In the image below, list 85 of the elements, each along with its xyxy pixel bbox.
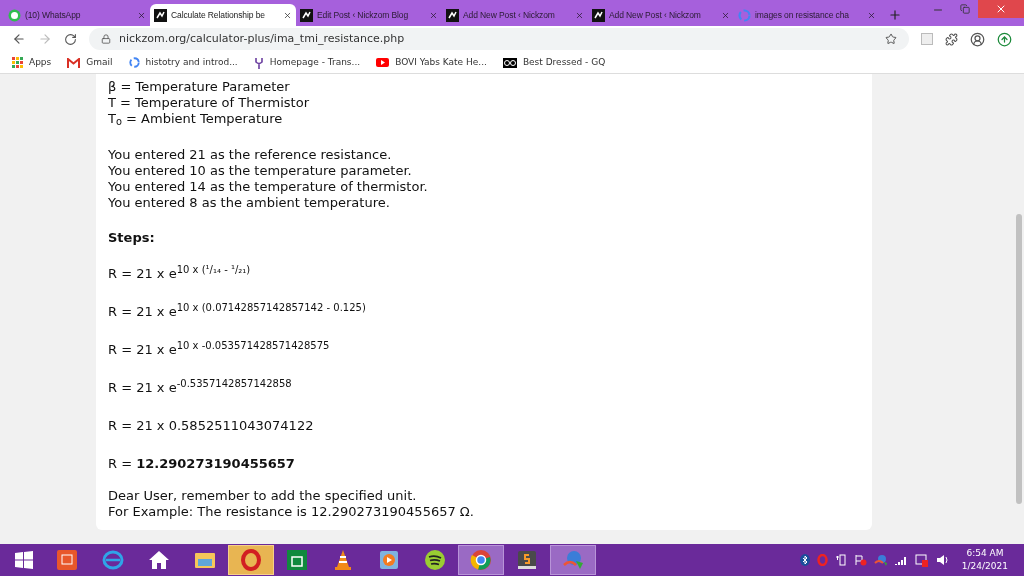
magazine-logo-icon xyxy=(502,57,517,68)
entry-text: You entered 8 as the ambient temperature. xyxy=(108,195,390,211)
extensions-icon[interactable] xyxy=(945,32,958,46)
formula-step: R = 12.290273190455657 xyxy=(108,454,295,474)
home-icon xyxy=(148,549,170,571)
tab-title: Add New Post ‹ Nickzom xyxy=(463,8,556,22)
tuning-fork-icon xyxy=(253,56,264,69)
bookmark-item[interactable]: Apps xyxy=(12,55,52,70)
photos-icon xyxy=(56,549,78,571)
bookmark-item[interactable]: Best Dressed - GQ xyxy=(502,55,606,70)
chrome-icon xyxy=(470,549,492,571)
browser-tab[interactable]: images on resistance cha xyxy=(734,4,880,26)
close-icon[interactable] xyxy=(575,10,584,20)
browser-tab[interactable]: Edit Post ‹ Nickzom Blog xyxy=(296,4,442,26)
steps-heading: Steps: xyxy=(108,230,155,246)
tab-title: Edit Post ‹ Nickzom Blog xyxy=(317,8,410,22)
speaker-icon[interactable] xyxy=(935,554,950,566)
formula-step: R = 21 x 0.5852511043074122 xyxy=(108,416,314,436)
site-logo-icon xyxy=(154,8,167,22)
update-icon[interactable] xyxy=(997,31,1012,47)
formula-step: R = 21 x e$^{10 x (¹/₁₄ - ¹/₂₁)}$ xyxy=(108,264,251,284)
reload-icon[interactable] xyxy=(64,32,77,46)
close-icon[interactable] xyxy=(137,10,146,20)
apps-grid-icon xyxy=(12,57,23,68)
entry-text: You entered 21 as the reference resistance. xyxy=(108,147,392,163)
close-icon[interactable] xyxy=(283,10,292,20)
tab-title: Calculate Relationship be xyxy=(171,8,266,22)
site-logo-icon xyxy=(592,8,605,22)
star-icon[interactable] xyxy=(885,33,897,45)
clock[interactable]: 6:54 AM 1/24/2021 xyxy=(961,547,1008,573)
bluetooth-icon[interactable] xyxy=(799,554,810,566)
clock-date: 1/24/2021 xyxy=(961,560,1008,573)
globe-tray-icon[interactable] xyxy=(873,554,888,566)
text-editor-icon xyxy=(516,549,538,571)
address-field[interactable]: nickzom.org/calculator-plus/ima_tmi_resistance.php xyxy=(89,28,909,50)
traffic-cone-icon xyxy=(332,549,354,571)
formula-step: R = 21 x e$^{10 x -0.053571428571428575}$ xyxy=(108,340,330,360)
back-icon[interactable] xyxy=(12,32,26,46)
taskbar-app-button[interactable] xyxy=(228,545,274,575)
download-globe-icon xyxy=(562,549,584,571)
close-icon xyxy=(995,3,1007,15)
lock-icon xyxy=(101,34,111,44)
site-logo-icon xyxy=(300,8,313,22)
bookmark-item[interactable]: BOVI Yabs Kate He... xyxy=(376,55,487,70)
signal-icon[interactable] xyxy=(894,555,908,565)
tab-title: images on resistance cha xyxy=(755,8,850,22)
music-app-icon xyxy=(424,549,446,571)
site-logo-icon xyxy=(446,8,459,22)
formula-step: R = 21 x e$^{10 x (0.07142857142857142 - 0.125)}$ xyxy=(108,302,366,322)
url-text: nickzom.org/calculator-plus/ima_tmi_resistance.php xyxy=(119,30,406,47)
tab-title: Add New Post ‹ Nickzom xyxy=(609,8,702,22)
close-icon[interactable] xyxy=(721,10,730,20)
profile-icon[interactable] xyxy=(970,31,985,47)
close-icon[interactable] xyxy=(867,10,876,20)
definition-text: T$_{o}$ = Ambient Temperature xyxy=(108,111,283,127)
chat-icon xyxy=(8,8,21,22)
clock-time: 6:54 AM xyxy=(966,547,1004,560)
entry-text: You entered 14 as the temperature of thermistor. xyxy=(108,179,428,195)
google-icon xyxy=(738,8,751,22)
entry-text: You entered 10 as the temperature parameter. xyxy=(108,163,412,179)
formula-step: R = 21 x e$^{-0.5357142857142858}$ xyxy=(108,378,292,398)
note-text: Dear User, remember to add the specified unit. xyxy=(108,488,417,504)
definition-text: T = Temperature of Thermistor xyxy=(108,95,309,111)
media-player-icon xyxy=(378,549,400,571)
play-icon xyxy=(376,58,390,67)
new-tab-icon[interactable] xyxy=(888,8,902,22)
browser-tab[interactable]: Add New Post ‹ Nickzom xyxy=(442,4,588,26)
browser-tab[interactable]: (10) WhatsApp xyxy=(4,4,150,26)
shield-icon[interactable] xyxy=(914,553,929,567)
browser-tab[interactable]: Add New Post ‹ Nickzom xyxy=(588,4,734,26)
restore-icon[interactable] xyxy=(960,4,970,14)
browser-e-icon xyxy=(102,549,124,571)
bookmark-item[interactable]: Homepage - Trans... xyxy=(253,55,361,70)
tab-title: (10) WhatsApp xyxy=(25,8,82,22)
note-text: For Example: The resistance is 12.290273190455657 Ω. xyxy=(108,504,474,520)
mail-icon xyxy=(67,57,81,68)
windows-start-icon xyxy=(13,549,35,571)
opera-icon xyxy=(240,549,262,571)
close-icon[interactable] xyxy=(429,10,438,20)
definition-text: β = Temperature Parameter xyxy=(108,79,290,95)
bookmark-item[interactable]: histotry and introd... xyxy=(128,55,238,70)
browser-tab[interactable]: Calculate Relationship be xyxy=(150,4,296,26)
google-icon xyxy=(128,57,140,68)
bookmark-item[interactable]: Gmail xyxy=(67,55,113,70)
store-bag-icon xyxy=(286,549,308,571)
